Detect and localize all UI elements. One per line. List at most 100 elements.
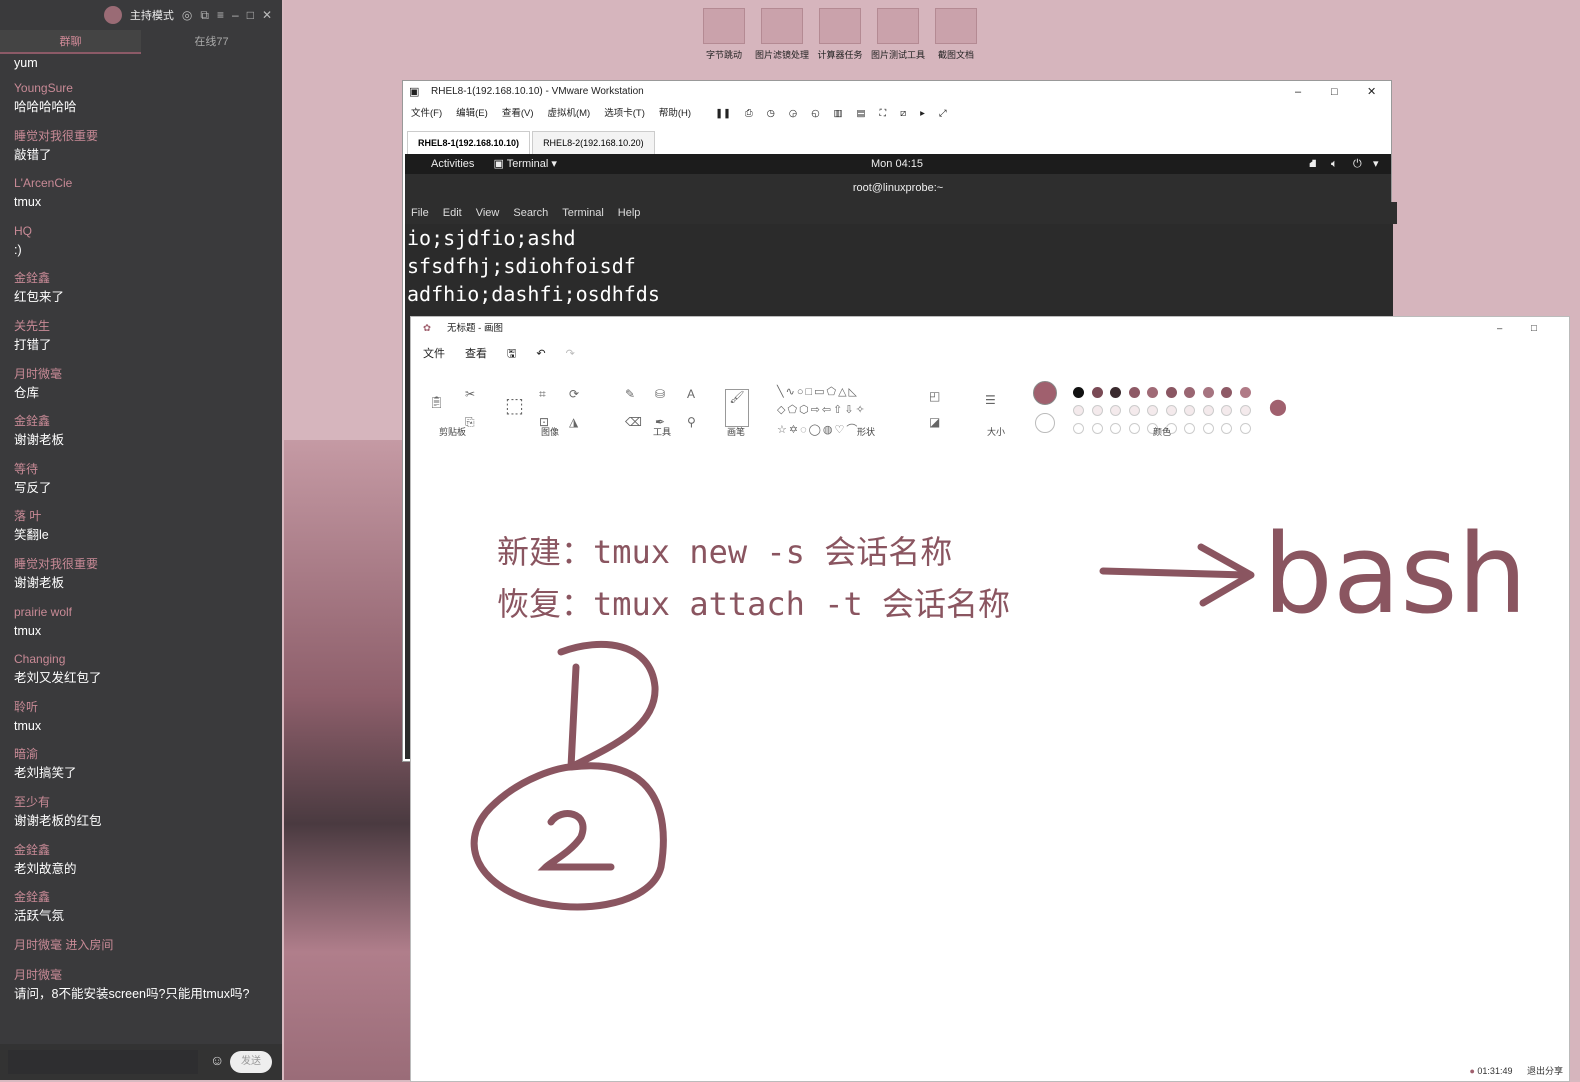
volume-icon[interactable]: 🔈︎ [1331,154,1338,174]
color-swatch[interactable] [1239,423,1251,434]
desktop-shortcut[interactable]: 图片滤镜处理 [754,8,810,61]
menu-icon[interactable]: ≡ [217,8,224,22]
menu-search[interactable]: Search [513,202,548,224]
primary-color-swatch[interactable] [1033,381,1057,405]
copy-icon[interactable]: ⎘ [465,415,475,430]
menu-tabs[interactable]: 选项卡(T) [604,103,645,125]
shapes-row-3-icon[interactable]: ☆✡◌◯◍♡⌒ [777,421,859,437]
color-swatch[interactable] [1239,387,1251,398]
menu-file[interactable]: 文件(F) [411,103,442,125]
tab-vm-1[interactable]: RHEL8-1(192.168.10.10) [407,131,531,155]
tab-vm-2[interactable]: RHEL8-2(192.168.10.20) [532,131,655,155]
send-keys-icon[interactable]: ⎙ [745,103,753,125]
rotate-icon[interactable]: ⟳ [569,387,579,401]
color-swatch[interactable] [1073,405,1084,416]
desktop-shortcut[interactable]: 计算器任务 [812,8,868,61]
send-button[interactable]: 发送 [230,1051,272,1073]
menu-view[interactable]: 查看(V) [502,103,534,125]
color-swatch[interactable] [1221,387,1232,398]
color-swatch[interactable] [1110,405,1121,416]
color-swatch[interactable] [1128,405,1140,416]
pause-icon[interactable]: ❚❚ [715,103,731,125]
clock[interactable]: Mon 04:15 [871,154,923,174]
color-swatch[interactable] [1091,423,1103,434]
magnifier-icon[interactable]: ⚲ [687,415,696,429]
text-icon[interactable]: A [687,387,695,401]
shapes-row-2-icon[interactable]: ◇⬠⬡⇨⇦⇧⇩✧ [777,403,867,416]
eraser-icon[interactable]: ⌫ [625,415,642,429]
fill-icon[interactable]: ⛁ [655,387,665,401]
menu-terminal[interactable]: Terminal [562,202,604,224]
color-swatch[interactable] [1091,387,1103,398]
activities-button[interactable]: Activities [431,158,474,170]
flip-icon[interactable]: ◮ [569,415,578,429]
undo-icon[interactable]: ↶ [536,341,545,367]
minimize-icon[interactable]: – [1295,81,1301,103]
library-icon[interactable]: ▥ [834,103,843,125]
color-swatch[interactable] [1073,423,1084,434]
maximize-icon[interactable]: □ [1331,81,1338,103]
close-icon[interactable]: ✕ [262,8,272,22]
message-list[interactable]: 聆听 yum YoungSure哈哈哈哈哈睡觉对我很重要敲错了L'ArcenCi… [0,54,282,1034]
paste-icon[interactable]: 📋︎ [429,395,444,409]
color-swatch[interactable] [1202,405,1214,416]
settings-icon[interactable]: ◎ [182,8,192,22]
color-swatch[interactable] [1128,423,1140,434]
menu-file[interactable]: File [411,202,429,224]
shapes-row-1-icon[interactable]: ╲∿○□▭⬠△◺ [777,385,859,398]
pencil-icon[interactable]: ✎ [625,387,635,401]
color-swatch[interactable] [1221,405,1232,416]
crop-icon[interactable]: ⌗ [539,387,546,402]
secondary-color-swatch[interactable] [1035,413,1055,433]
maximize-icon[interactable]: □ [247,8,254,22]
color-swatch[interactable] [1165,405,1177,416]
restore-snapshot-icon[interactable]: ◶ [789,103,797,125]
color-swatch[interactable] [1147,405,1158,416]
menu-help[interactable]: Help [618,202,641,224]
avatar[interactable] [103,6,122,24]
chat-input[interactable] [8,1050,198,1074]
color-swatch[interactable] [1091,405,1103,416]
color-swatch[interactable] [1184,387,1195,398]
color-swatch[interactable] [1073,387,1084,398]
color-swatch[interactable] [1239,405,1251,416]
redo-icon[interactable]: ↷ [566,341,575,367]
tab-group-chat[interactable]: 群聊 [0,30,141,54]
color-swatch[interactable] [1128,387,1140,398]
menu-edit[interactable]: Edit [443,202,462,224]
app-menu-button[interactable]: Terminal [507,158,549,170]
unity-icon[interactable]: ⧄ [900,103,906,125]
color-swatch[interactable] [1202,423,1214,434]
menu-edit[interactable]: 编辑(E) [456,103,488,125]
minimize-icon[interactable]: – [232,8,239,22]
chevron-down-icon[interactable]: ▾ [1373,154,1379,174]
emoji-icon[interactable]: ☺ [210,1052,224,1068]
stretch-icon[interactable]: ⤢ [939,103,947,125]
outline-icon[interactable]: ◰ [929,389,940,403]
color-swatch[interactable] [1184,423,1195,434]
exit-share-button[interactable]: 退出分享 [1527,1066,1563,1076]
brush-icon[interactable]: 🖌︎ [725,389,749,427]
color-swatch[interactable] [1110,387,1121,398]
size-icon[interactable]: ☰ [985,393,996,407]
menu-view[interactable]: View [476,202,500,224]
popout-icon[interactable]: ⧉ [200,8,209,23]
snapshot-icon[interactable]: ◷ [767,103,775,125]
fill-style-icon[interactable]: ◪ [929,415,940,429]
color-swatch[interactable] [1202,387,1214,398]
desktop-shortcut[interactable]: 图片测试工具 [870,8,926,61]
console-icon[interactable]: ▸ [920,103,925,125]
desktop-shortcut[interactable]: 字节跳动 [696,8,752,61]
minimize-icon[interactable]: – [1497,317,1502,341]
thumbnail-icon[interactable]: ▤ [856,103,865,125]
desktop-shortcut[interactable]: 截图文档 [928,8,984,61]
select-icon[interactable]: ⬚ [505,393,524,418]
power-icon[interactable]: ⏻ [1353,154,1362,174]
tab-online[interactable]: 在线77 [141,30,282,54]
drawing-canvas[interactable]: 新建：tmux new -s 会话名称 恢复：tmux attach -t 会话… [411,467,1569,1079]
cut-icon[interactable]: ✂ [465,387,475,401]
maximize-icon[interactable]: □ [1531,317,1537,341]
edit-colors-icon[interactable]: ⬤ [1269,397,1287,417]
menu-file[interactable]: 文件 [423,341,445,367]
menu-view[interactable]: 查看 [465,341,487,367]
